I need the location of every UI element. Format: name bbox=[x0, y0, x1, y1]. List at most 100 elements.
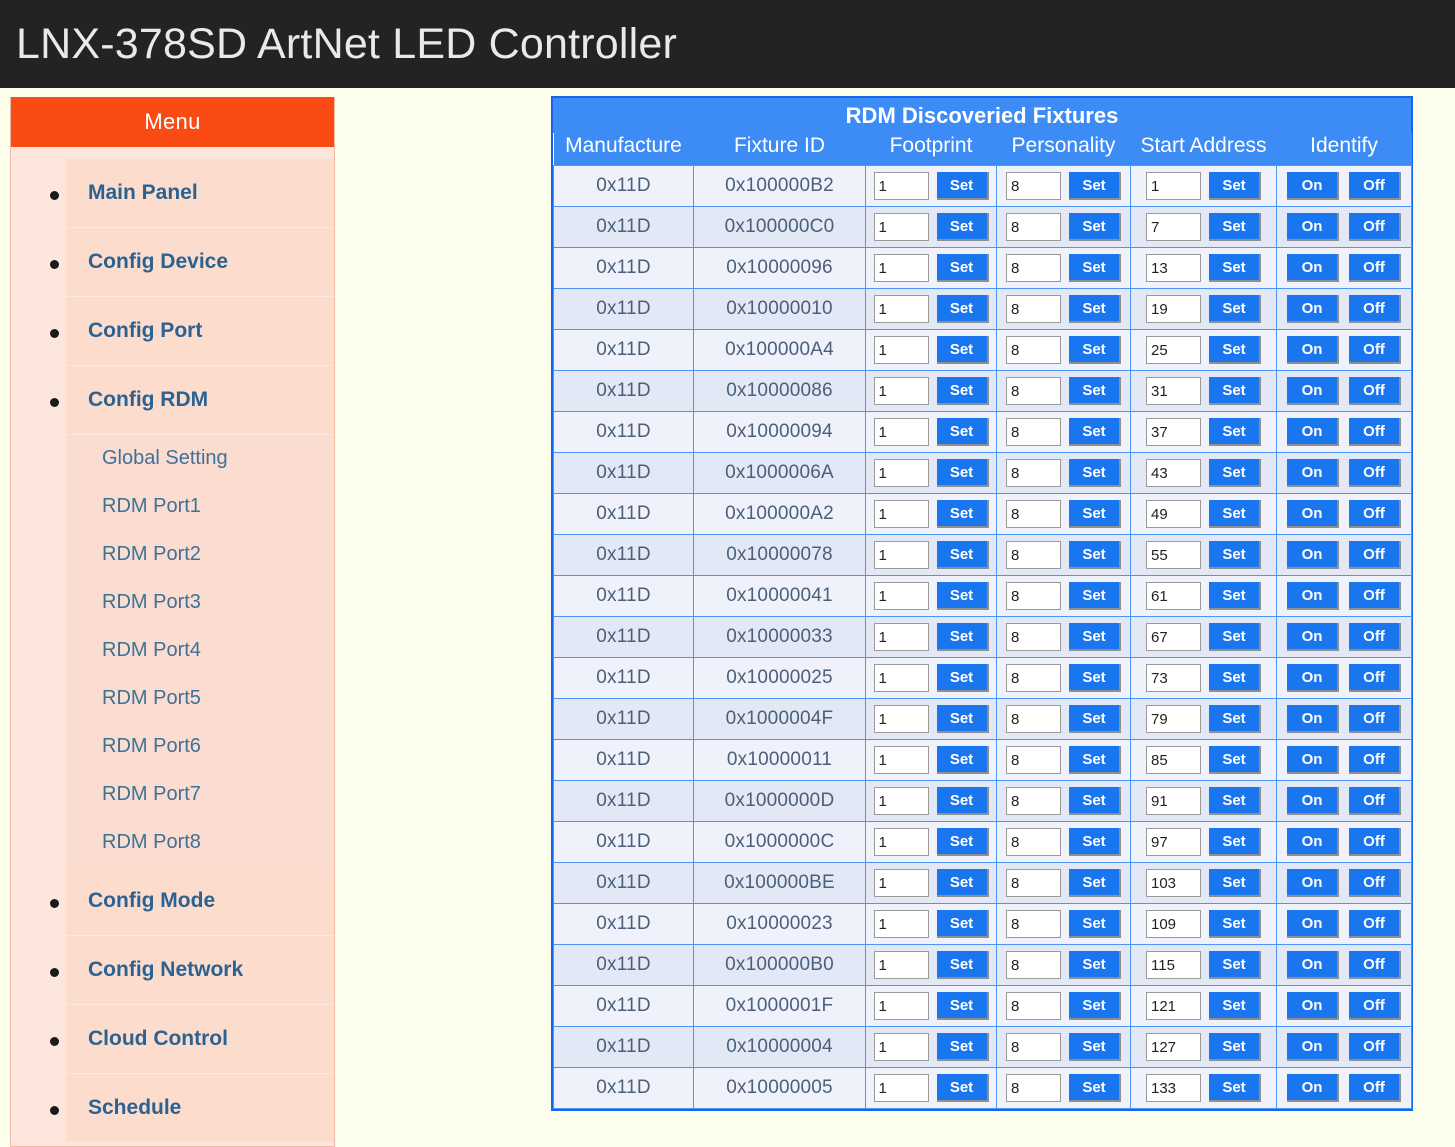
start-address-input[interactable] bbox=[1146, 377, 1201, 405]
footprint-set-button[interactable]: Set bbox=[936, 418, 989, 446]
footprint-input[interactable] bbox=[873, 992, 929, 1020]
footprint-input[interactable] bbox=[873, 1074, 929, 1102]
footprint-set-button[interactable]: Set bbox=[936, 623, 989, 651]
footprint-input[interactable] bbox=[873, 213, 929, 241]
personality-input[interactable] bbox=[1006, 582, 1061, 610]
start-address-set-button[interactable]: Set bbox=[1209, 705, 1261, 733]
sidebar-subitem-rdm-port6[interactable]: RDM Port6 bbox=[66, 723, 334, 771]
sidebar-subitem-rdm-port4[interactable]: RDM Port4 bbox=[66, 627, 334, 675]
personality-set-button[interactable]: Set bbox=[1069, 992, 1121, 1020]
identify-on-button[interactable]: On bbox=[1287, 664, 1339, 692]
footprint-input[interactable] bbox=[873, 377, 929, 405]
identify-on-button[interactable]: On bbox=[1287, 746, 1339, 774]
personality-input[interactable] bbox=[1006, 213, 1061, 241]
start-address-set-button[interactable]: Set bbox=[1209, 336, 1261, 364]
start-address-set-button[interactable]: Set bbox=[1209, 459, 1261, 487]
footprint-input[interactable] bbox=[873, 459, 929, 487]
footprint-input[interactable] bbox=[873, 541, 929, 569]
footprint-input[interactable] bbox=[873, 664, 929, 692]
sidebar-item-schedule[interactable]: Schedule bbox=[66, 1074, 334, 1143]
identify-on-button[interactable]: On bbox=[1287, 705, 1339, 733]
identify-off-button[interactable]: Off bbox=[1349, 1074, 1401, 1102]
personality-set-button[interactable]: Set bbox=[1069, 910, 1121, 938]
personality-set-button[interactable]: Set bbox=[1069, 541, 1121, 569]
footprint-input[interactable] bbox=[873, 746, 929, 774]
identify-on-button[interactable]: On bbox=[1287, 582, 1339, 610]
footprint-input[interactable] bbox=[873, 828, 929, 856]
identify-off-button[interactable]: Off bbox=[1349, 746, 1401, 774]
sidebar-subitem-rdm-port5[interactable]: RDM Port5 bbox=[66, 675, 334, 723]
start-address-input[interactable] bbox=[1146, 705, 1201, 733]
footprint-set-button[interactable]: Set bbox=[936, 828, 989, 856]
personality-input[interactable] bbox=[1006, 336, 1061, 364]
personality-input[interactable] bbox=[1006, 541, 1061, 569]
start-address-input[interactable] bbox=[1146, 500, 1201, 528]
personality-input[interactable] bbox=[1006, 295, 1061, 323]
start-address-set-button[interactable]: Set bbox=[1209, 910, 1261, 938]
start-address-set-button[interactable]: Set bbox=[1209, 541, 1261, 569]
identify-off-button[interactable]: Off bbox=[1349, 213, 1401, 241]
start-address-set-button[interactable]: Set bbox=[1209, 582, 1261, 610]
footprint-input[interactable] bbox=[873, 336, 929, 364]
start-address-input[interactable] bbox=[1146, 951, 1201, 979]
footprint-set-button[interactable]: Set bbox=[936, 459, 989, 487]
personality-set-button[interactable]: Set bbox=[1069, 418, 1121, 446]
start-address-set-button[interactable]: Set bbox=[1209, 500, 1261, 528]
sidebar-item-config-mode[interactable]: Config Mode bbox=[66, 867, 334, 936]
personality-set-button[interactable]: Set bbox=[1069, 377, 1121, 405]
identify-off-button[interactable]: Off bbox=[1349, 254, 1401, 282]
footprint-input[interactable] bbox=[873, 582, 929, 610]
footprint-set-button[interactable]: Set bbox=[936, 377, 989, 405]
personality-set-button[interactable]: Set bbox=[1069, 869, 1121, 897]
identify-off-button[interactable]: Off bbox=[1349, 336, 1401, 364]
footprint-input[interactable] bbox=[873, 705, 929, 733]
footprint-set-button[interactable]: Set bbox=[936, 213, 989, 241]
identify-off-button[interactable]: Off bbox=[1349, 1033, 1401, 1061]
personality-input[interactable] bbox=[1006, 746, 1061, 774]
footprint-input[interactable] bbox=[873, 254, 929, 282]
personality-input[interactable] bbox=[1006, 787, 1061, 815]
personality-set-button[interactable]: Set bbox=[1069, 787, 1121, 815]
identify-off-button[interactable]: Off bbox=[1349, 992, 1401, 1020]
sidebar-item-main-panel[interactable]: Main Panel bbox=[66, 159, 334, 228]
identify-off-button[interactable]: Off bbox=[1349, 910, 1401, 938]
personality-set-button[interactable]: Set bbox=[1069, 213, 1121, 241]
start-address-set-button[interactable]: Set bbox=[1209, 869, 1261, 897]
start-address-input[interactable] bbox=[1146, 295, 1201, 323]
sidebar-subitem-global-setting[interactable]: Global Setting bbox=[66, 435, 334, 483]
footprint-set-button[interactable]: Set bbox=[936, 336, 989, 364]
start-address-set-button[interactable]: Set bbox=[1209, 254, 1261, 282]
personality-set-button[interactable]: Set bbox=[1069, 254, 1121, 282]
sidebar-item-config-port[interactable]: Config Port bbox=[66, 297, 334, 366]
identify-off-button[interactable]: Off bbox=[1349, 869, 1401, 897]
personality-input[interactable] bbox=[1006, 951, 1061, 979]
identify-off-button[interactable]: Off bbox=[1349, 295, 1401, 323]
footprint-set-button[interactable]: Set bbox=[936, 787, 989, 815]
footprint-set-button[interactable]: Set bbox=[936, 172, 989, 200]
identify-on-button[interactable]: On bbox=[1287, 869, 1339, 897]
personality-set-button[interactable]: Set bbox=[1069, 500, 1121, 528]
personality-set-button[interactable]: Set bbox=[1069, 705, 1121, 733]
personality-set-button[interactable]: Set bbox=[1069, 336, 1121, 364]
personality-input[interactable] bbox=[1006, 869, 1061, 897]
personality-set-button[interactable]: Set bbox=[1069, 951, 1121, 979]
identify-off-button[interactable]: Off bbox=[1349, 787, 1401, 815]
identify-on-button[interactable]: On bbox=[1287, 951, 1339, 979]
footprint-input[interactable] bbox=[873, 418, 929, 446]
start-address-set-button[interactable]: Set bbox=[1209, 418, 1261, 446]
footprint-input[interactable] bbox=[873, 172, 929, 200]
identify-off-button[interactable]: Off bbox=[1349, 623, 1401, 651]
start-address-input[interactable] bbox=[1146, 582, 1201, 610]
identify-on-button[interactable]: On bbox=[1287, 828, 1339, 856]
personality-input[interactable] bbox=[1006, 418, 1061, 446]
identify-on-button[interactable]: On bbox=[1287, 1033, 1339, 1061]
footprint-set-button[interactable]: Set bbox=[936, 295, 989, 323]
footprint-set-button[interactable]: Set bbox=[936, 500, 989, 528]
footprint-set-button[interactable]: Set bbox=[936, 951, 989, 979]
sidebar-item-config-rdm[interactable]: Config RDM bbox=[66, 366, 334, 435]
personality-set-button[interactable]: Set bbox=[1069, 746, 1121, 774]
identify-on-button[interactable]: On bbox=[1287, 213, 1339, 241]
footprint-set-button[interactable]: Set bbox=[936, 254, 989, 282]
footprint-set-button[interactable]: Set bbox=[936, 746, 989, 774]
start-address-set-button[interactable]: Set bbox=[1209, 377, 1261, 405]
